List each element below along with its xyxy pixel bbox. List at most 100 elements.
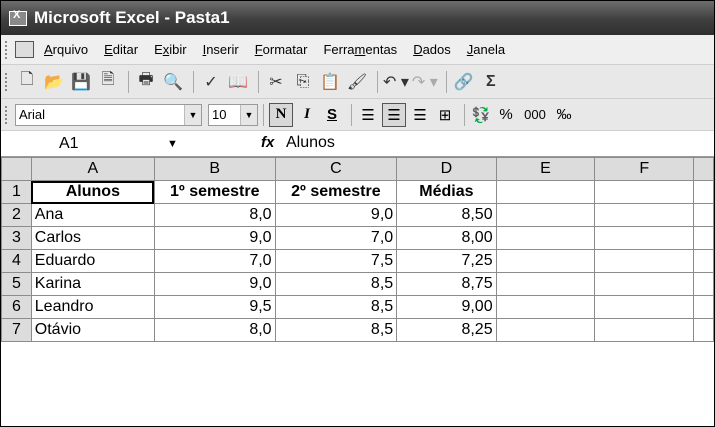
document-icon[interactable]: [15, 41, 34, 58]
chevron-down-icon[interactable]: ▼: [167, 138, 178, 150]
row-header[interactable]: 3: [1, 226, 32, 250]
column-header-e[interactable]: E: [495, 157, 596, 181]
cell-g2[interactable]: [693, 203, 714, 227]
menu-ferramentas[interactable]: Ferramentas: [323, 42, 397, 57]
italic-button[interactable]: I: [296, 104, 318, 126]
row-header[interactable]: 5: [1, 272, 32, 296]
cell-c2[interactable]: 9,0: [274, 203, 398, 227]
cell-b2[interactable]: 8,0: [153, 203, 276, 227]
formula-input[interactable]: Alunos: [286, 134, 335, 152]
open-folder-icon[interactable]: 📂: [42, 70, 66, 94]
cell-e2[interactable]: [495, 203, 596, 227]
row-header[interactable]: 2: [1, 203, 32, 227]
merge-center-icon[interactable]: ⊞: [434, 104, 456, 126]
toolbar-grip[interactable]: [5, 105, 11, 124]
research-icon[interactable]: 📖: [226, 70, 250, 94]
cell-c6[interactable]: 8,5: [274, 295, 398, 319]
cell-c3[interactable]: 7,0: [274, 226, 398, 250]
currency-icon[interactable]: 💱: [470, 104, 492, 126]
menu-janela[interactable]: Janela: [467, 42, 505, 57]
font-name-combo[interactable]: Arial ▼: [15, 103, 202, 126]
increase-decimal-button[interactable]: ‰: [553, 104, 575, 126]
cell-a1[interactable]: Alunos: [30, 180, 155, 204]
cell-b1[interactable]: 1º semestre: [153, 180, 276, 204]
menu-formatar[interactable]: Formatar: [255, 42, 308, 57]
select-all-corner[interactable]: [1, 157, 32, 181]
cell-e3[interactable]: [495, 226, 596, 250]
autosum-icon[interactable]: Σ: [479, 70, 503, 94]
menu-dados[interactable]: Dados: [413, 42, 451, 57]
excel-app-icon[interactable]: [9, 9, 27, 26]
cell-f6[interactable]: [594, 295, 695, 319]
cell-e7[interactable]: [495, 318, 596, 342]
column-header-g[interactable]: [693, 157, 714, 181]
cell-d5[interactable]: 8,75: [396, 272, 497, 296]
menu-arquivo[interactable]: Arquivo: [44, 42, 88, 57]
cell-c5[interactable]: 8,5: [274, 272, 398, 296]
toolbar-grip[interactable]: [5, 72, 11, 91]
hyperlink-icon[interactable]: 🔗: [452, 70, 476, 94]
cell-b6[interactable]: 9,5: [153, 295, 276, 319]
row-header[interactable]: 7: [1, 318, 32, 342]
underline-button[interactable]: S: [321, 104, 343, 126]
undo-icon[interactable]: ↶ ▾: [383, 70, 409, 94]
cell-a7[interactable]: Otávio: [30, 318, 155, 342]
cell-d4[interactable]: 7,25: [396, 249, 497, 273]
column-header-c[interactable]: C: [274, 157, 398, 181]
font-size-combo[interactable]: 10 ▼: [208, 103, 258, 126]
cell-d1[interactable]: Médias: [396, 180, 497, 204]
cell-a5[interactable]: Karina: [30, 272, 155, 296]
cell-b7[interactable]: 8,0: [153, 318, 276, 342]
cell-d6[interactable]: 9,00: [396, 295, 497, 319]
cell-b5[interactable]: 9,0: [153, 272, 276, 296]
cell-e6[interactable]: [495, 295, 596, 319]
cell-f4[interactable]: [594, 249, 695, 273]
cell-c4[interactable]: 7,5: [274, 249, 398, 273]
permission-icon[interactable]: 🗎: [96, 70, 120, 94]
menu-editar[interactable]: Editar: [104, 42, 138, 57]
row-header[interactable]: 6: [1, 295, 32, 319]
column-header-d[interactable]: D: [396, 157, 497, 181]
bold-button[interactable]: N: [269, 102, 293, 127]
copy-icon[interactable]: ⎘: [291, 70, 315, 94]
cell-a4[interactable]: Eduardo: [30, 249, 155, 273]
percent-button[interactable]: %: [495, 104, 517, 126]
cell-e4[interactable]: [495, 249, 596, 273]
cell-c7[interactable]: 8,5: [274, 318, 398, 342]
column-header-a[interactable]: A: [30, 157, 155, 181]
thousands-button[interactable]: 000: [520, 104, 550, 126]
cell-g6[interactable]: [693, 295, 714, 319]
cell-f5[interactable]: [594, 272, 695, 296]
cell-b3[interactable]: 9,0: [153, 226, 276, 250]
row-header[interactable]: 1: [1, 180, 32, 204]
align-right-icon[interactable]: ☰: [409, 104, 431, 126]
cut-icon[interactable]: ✂: [264, 70, 288, 94]
cell-a3[interactable]: Carlos: [30, 226, 155, 250]
save-icon[interactable]: 💾: [69, 70, 93, 94]
column-header-b[interactable]: B: [153, 157, 276, 181]
cell-f7[interactable]: [594, 318, 695, 342]
menu-grip[interactable]: [5, 40, 11, 59]
cell-d3[interactable]: 8,00: [396, 226, 497, 250]
cell-c1[interactable]: 2º semestre: [274, 180, 398, 204]
chevron-down-icon[interactable]: ▼: [184, 104, 201, 125]
cell-d2[interactable]: 8,50: [396, 203, 497, 227]
cell-a2[interactable]: Ana: [30, 203, 155, 227]
paste-icon[interactable]: 📋: [318, 70, 342, 94]
cell-g3[interactable]: [693, 226, 714, 250]
align-center-icon[interactable]: ☰: [382, 102, 406, 127]
redo-icon[interactable]: ↷ ▾: [412, 70, 438, 94]
format-painter-icon[interactable]: 🖌: [345, 70, 369, 94]
cell-e5[interactable]: [495, 272, 596, 296]
new-file-icon[interactable]: 🗋: [15, 70, 39, 94]
chevron-down-icon[interactable]: ▼: [240, 104, 257, 125]
cell-f3[interactable]: [594, 226, 695, 250]
cell-b4[interactable]: 7,0: [153, 249, 276, 273]
print-icon[interactable]: 🖶: [134, 70, 158, 94]
cell-d7[interactable]: 8,25: [396, 318, 497, 342]
cell-e1[interactable]: [495, 180, 596, 204]
cell-f1[interactable]: [594, 180, 695, 204]
menu-exibir[interactable]: Exibir: [154, 42, 187, 57]
cell-f2[interactable]: [594, 203, 695, 227]
cell-g7[interactable]: [693, 318, 714, 342]
